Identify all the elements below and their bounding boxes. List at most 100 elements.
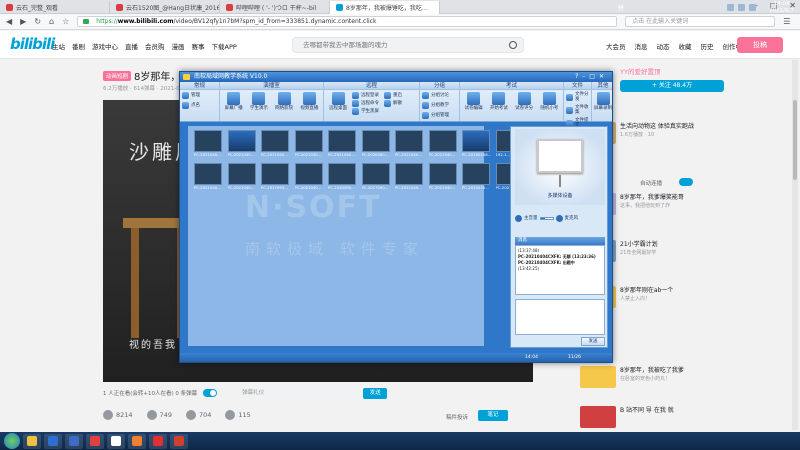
student-pc[interactable]: PC-2021040...: [428, 163, 459, 193]
site-search-input[interactable]: 去哪都带我去中那场趣的魂力: [292, 37, 524, 53]
taskbar-clock[interactable]: 14:04 2021/6/7: [769, 1, 794, 15]
nav-vip[interactable]: 大会员: [606, 41, 626, 51]
browser-tab[interactable]: 哔哩哔哩 ( '- ')つロ 干杯~-bil: [220, 0, 330, 14]
ribbon-button[interactable]: 文件分发: [566, 92, 592, 102]
like-button[interactable]: 8214: [103, 410, 133, 420]
taskbar-app-record[interactable]: [149, 433, 167, 449]
student-pc[interactable]: PC-2020090...: [328, 163, 358, 193]
app-titlebar[interactable]: 南软局域网教学系统 V10.0 ?–□✕: [180, 72, 612, 82]
rec-item[interactable]: 生活向动物这 体验真实跑战 1.6万播放 · 10: [620, 122, 790, 140]
ribbon-button[interactable]: 学生演示: [247, 92, 270, 111]
student-pc[interactable]: PC-2021040...: [194, 130, 224, 160]
taskbar-app-explorer[interactable]: [23, 433, 41, 449]
send-message-button[interactable]: 发送: [581, 337, 605, 346]
rec-item[interactable]: 8岁那年刚在ab一个 人禁止入内！: [620, 286, 790, 304]
nav-item[interactable]: 直播: [125, 41, 138, 51]
volume-icon[interactable]: [738, 4, 745, 11]
search-icon[interactable]: [509, 41, 517, 49]
ribbon-button[interactable]: 试卷评分: [513, 92, 536, 111]
projector-preview[interactable]: 多媒体设备: [515, 129, 605, 205]
ribbon-button[interactable]: 网络影院: [273, 92, 296, 111]
video-category-badge[interactable]: 动画短剧: [103, 71, 132, 81]
student-pc[interactable]: PC-2021040...: [294, 130, 325, 160]
ribbon-button[interactable]: 开始考试: [487, 92, 510, 111]
app-window-controls[interactable]: ?–□✕: [575, 72, 608, 82]
nav-history[interactable]: 历史: [701, 41, 714, 51]
danmaku-toggle[interactable]: [203, 389, 218, 397]
student-pc[interactable]: PC-2021040...: [428, 130, 459, 160]
reload-icon[interactable]: ↻: [34, 17, 41, 26]
ribbon-button[interactable]: 分组讨论: [422, 92, 452, 99]
taskbar-app-photoshop[interactable]: [44, 433, 62, 449]
nav-dynamic[interactable]: 动态: [657, 41, 670, 51]
autoplay-toggle[interactable]: [679, 178, 693, 186]
ime-indicator[interactable]: 拼: [618, 3, 624, 12]
student-pc[interactable]: PC-2017093...: [261, 163, 291, 193]
rec-thumbnail[interactable]: [580, 406, 616, 428]
danmaku-input[interactable]: 弹幕礼仪: [237, 387, 358, 399]
student-pc[interactable]: PC-20190106...: [462, 130, 492, 160]
menu-icon[interactable]: ☰: [783, 17, 790, 26]
bilibili-logo[interactable]: bilibili: [10, 35, 55, 53]
browser-tab[interactable]: 云石1520图_@Hang日状康_2016: [110, 0, 220, 14]
message-input[interactable]: [515, 299, 605, 335]
ribbon-button[interactable]: 随机小考: [538, 92, 561, 111]
ribbon-button[interactable]: 远程命令: [352, 100, 382, 107]
ribbon-button[interactable]: 试卷编辑: [462, 92, 485, 111]
ribbon-button[interactable]: 重启: [384, 92, 406, 99]
scrollbar-thumb[interactable]: [793, 100, 797, 180]
taskbar-app-music[interactable]: [86, 433, 104, 449]
url-field[interactable]: https://www.bilibili.com/video/BV12qfy1n…: [77, 16, 618, 27]
danmaku-send-button[interactable]: 发送: [363, 387, 388, 399]
main-volume-slider[interactable]: [539, 216, 554, 220]
browser-tab-active[interactable]: 8岁那年，我被爆锤吃，我吃…: [330, 0, 440, 14]
rec-item[interactable]: 21小学霸计划 21年全网最好学: [620, 240, 790, 258]
nav-item[interactable]: 漫画: [172, 41, 185, 51]
network-icon[interactable]: [727, 4, 734, 11]
browser-tab[interactable]: 云石_完整_观看: [0, 0, 110, 14]
student-pc[interactable]: PC-2021040...: [328, 130, 358, 160]
up-name[interactable]: YY的爱好置顶: [620, 66, 660, 76]
ribbon-button[interactable]: 屏幕广播: [222, 92, 245, 111]
student-pc[interactable]: PC-2015030...: [462, 163, 492, 193]
start-button[interactable]: [4, 433, 20, 449]
message-log[interactable]: (13:37:48) PC-20210404CXFK: 无聊 (13:23:36…: [515, 245, 605, 295]
ribbon-button[interactable]: 分组教学: [422, 102, 452, 109]
student-pc[interactable]: PC-2017090...: [361, 163, 392, 193]
coin-button[interactable]: 749: [146, 410, 172, 420]
nav-item[interactable]: 下载APP: [212, 41, 237, 51]
page-scrollbar[interactable]: [792, 60, 798, 430]
student-pc[interactable]: PC-2021040...: [227, 130, 258, 160]
home-icon[interactable]: ⌂: [49, 17, 54, 26]
notes-button[interactable]: 笔记: [478, 410, 508, 421]
taskbar-app-app-orange[interactable]: [128, 433, 146, 449]
ribbon-button[interactable]: 视频直播: [298, 92, 321, 111]
nav-favorites[interactable]: 收藏: [679, 41, 692, 51]
taskbar-app-ppt[interactable]: [170, 433, 188, 449]
nav-item[interactable]: 赛事: [192, 41, 205, 51]
favorite-button[interactable]: 704: [185, 410, 211, 420]
notification-icon[interactable]: [749, 4, 756, 11]
nav-item[interactable]: 会员购: [145, 41, 165, 51]
student-pc[interactable]: PC-2021040...: [395, 130, 425, 160]
ribbon-button[interactable]: 屏幕录制: [594, 92, 612, 111]
ribbon-button[interactable]: 文件收集: [566, 105, 592, 115]
back-icon[interactable]: ◀: [6, 17, 12, 26]
rec-item[interactable]: 8岁那年，我爹爆笑能哥 这事，我把他玩到了炸: [620, 193, 790, 211]
nav-messages[interactable]: 消息: [635, 41, 648, 51]
ribbon-button[interactable]: 远程桌面: [326, 92, 350, 116]
rec-item[interactable]: 8岁那年，我被吃了我爹 在卧室的宠色小药丸！: [620, 366, 790, 384]
follow-button[interactable]: + 关注 48.4万: [620, 80, 724, 92]
star-icon[interactable]: ☆: [62, 17, 69, 26]
report-link[interactable]: 稿件投诉: [446, 413, 468, 421]
browser-search-input[interactable]: 点击 在此输入关键词: [625, 16, 776, 27]
forward-icon[interactable]: ▶: [20, 17, 26, 26]
nav-item[interactable]: 番剧: [72, 41, 85, 51]
rec-item[interactable]: B 站不同 导 在我 就: [620, 406, 790, 415]
upload-button[interactable]: 投稿: [737, 37, 783, 53]
taskbar-app-word[interactable]: [65, 433, 83, 449]
ribbon-button[interactable]: 管理: [182, 92, 212, 99]
nav-item[interactable]: 主站: [52, 41, 65, 51]
student-pc[interactable]: PC-2021040...: [395, 163, 425, 193]
taskbar-app-browser[interactable]: [107, 433, 125, 449]
